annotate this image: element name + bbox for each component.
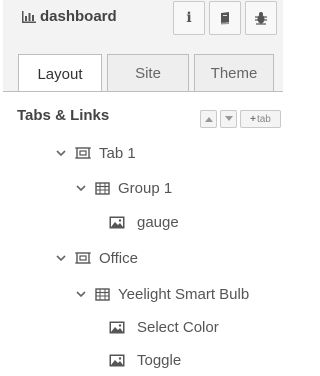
tree-item-label: Group 1 (118, 179, 173, 197)
info-icon: i (186, 10, 192, 26)
bar-chart-icon (22, 10, 36, 23)
bug-button[interactable] (245, 1, 277, 35)
info-button[interactable]: i (173, 1, 205, 35)
tab-site-label: Site (135, 65, 161, 82)
plus-icon: + (250, 113, 256, 125)
book-button[interactable] (209, 1, 241, 35)
chevron-down-icon[interactable] (55, 147, 67, 159)
image-icon (109, 216, 125, 229)
tree-item-tab[interactable]: Tab 1 (3, 138, 283, 168)
tab-icon (75, 146, 91, 160)
tree-item-label: Yeelight Smart Bulb (118, 285, 250, 303)
add-tab-button[interactable]: + tab (240, 110, 281, 128)
tab-layout-label: Layout (37, 65, 83, 83)
tree-item-widget[interactable]: gauge (3, 207, 283, 237)
tab-theme[interactable]: Theme (194, 54, 274, 92)
chevron-down-icon[interactable] (55, 252, 67, 264)
tree-item-tab[interactable]: Office (3, 243, 283, 273)
panel-title: dashboard (21, 8, 117, 25)
table-icon (95, 287, 110, 301)
panel-title-text: dashboard (40, 8, 117, 25)
panel-header: dashboard i (3, 0, 283, 42)
caret-down-icon (224, 116, 233, 121)
book-icon (221, 12, 229, 25)
tree-item-widget[interactable]: Select Color (3, 312, 283, 342)
dashboard-sidebar-panel: dashboard i Layout Site Theme Tabs & Lin… (3, 0, 283, 376)
image-icon (109, 321, 125, 334)
section-title: Tabs & Links (17, 107, 110, 124)
tree-item-group[interactable]: Group 1 (3, 173, 283, 203)
caret-up-icon (204, 117, 213, 122)
tab-layout[interactable]: Layout (18, 54, 102, 93)
move-up-button[interactable] (200, 110, 217, 128)
tab-icon (75, 251, 91, 265)
tree-item-label: Office (99, 249, 138, 267)
add-tab-label: tab (256, 113, 271, 125)
image-icon (109, 354, 125, 367)
tree-item-widget[interactable]: Toggle (3, 345, 283, 375)
tab-theme-label: Theme (210, 65, 258, 82)
bug-icon (255, 12, 267, 25)
table-icon (95, 181, 110, 195)
tree-item-label: Toggle (137, 351, 182, 369)
chevron-down-icon[interactable] (75, 288, 87, 300)
move-down-button[interactable] (220, 110, 237, 128)
tree-item-label: Tab 1 (99, 144, 136, 162)
tree-item-label: Select Color (137, 318, 219, 336)
tree-item-label: gauge (137, 213, 179, 231)
chevron-down-icon[interactable] (75, 182, 87, 194)
tab-site[interactable]: Site (107, 54, 189, 92)
tree-item-group[interactable]: Yeelight Smart Bulb (3, 279, 283, 309)
